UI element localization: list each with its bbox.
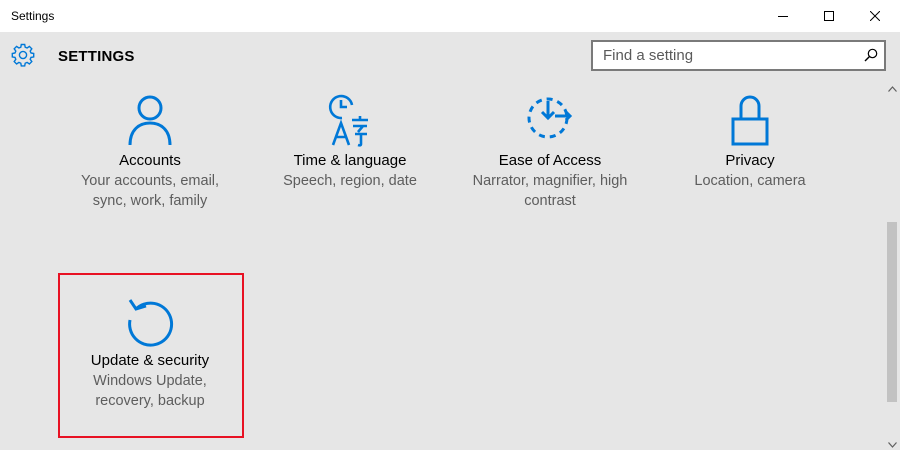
tile-description: Narrator, magnifier, high contrast [472, 173, 628, 209]
gear-icon [11, 43, 35, 67]
time-language-icon [328, 94, 368, 147]
tile-time-language[interactable]: Time & language Speech, region, date [258, 92, 442, 191]
tile-ease-of-access[interactable]: Ease of Access Narrator, magnifier, high… [458, 92, 642, 211]
settings-header: SETTINGS [0, 32, 900, 82]
title-bar: Settings [0, 0, 900, 32]
close-button[interactable] [852, 0, 898, 32]
tile-accounts[interactable]: Accounts Your accounts, email, sync, wor… [58, 92, 242, 211]
close-icon [870, 11, 880, 21]
selection-highlight [58, 273, 244, 438]
lock-icon [731, 95, 769, 146]
window-title: Settings [11, 9, 55, 23]
tile-title: Ease of Access [498, 152, 602, 169]
tile-title: Time & language [293, 152, 407, 169]
search-icon[interactable] [864, 48, 878, 62]
maximize-button[interactable] [806, 0, 852, 32]
vertical-scrollbar[interactable] [885, 82, 900, 450]
person-icon [128, 95, 172, 146]
tile-description: Your accounts, email, sync, work, family [80, 173, 220, 209]
scroll-up-arrow-icon[interactable] [888, 86, 897, 92]
scroll-down-arrow-icon[interactable] [888, 442, 897, 448]
search-input[interactable] [593, 42, 851, 69]
tile-title: Privacy [725, 152, 775, 169]
tile-privacy[interactable]: Privacy Location, camera [658, 92, 842, 191]
tile-description: Speech, region, date [283, 173, 417, 189]
page-title: SETTINGS [58, 48, 135, 65]
ease-of-access-icon [527, 97, 573, 139]
tile-title: Accounts [119, 152, 181, 169]
tile-description: Location, camera [694, 173, 806, 189]
minimize-icon [778, 16, 788, 17]
minimize-button[interactable] [760, 0, 806, 32]
search-box[interactable] [591, 40, 886, 71]
maximize-icon [824, 11, 834, 21]
scrollbar-thumb[interactable] [887, 222, 897, 402]
